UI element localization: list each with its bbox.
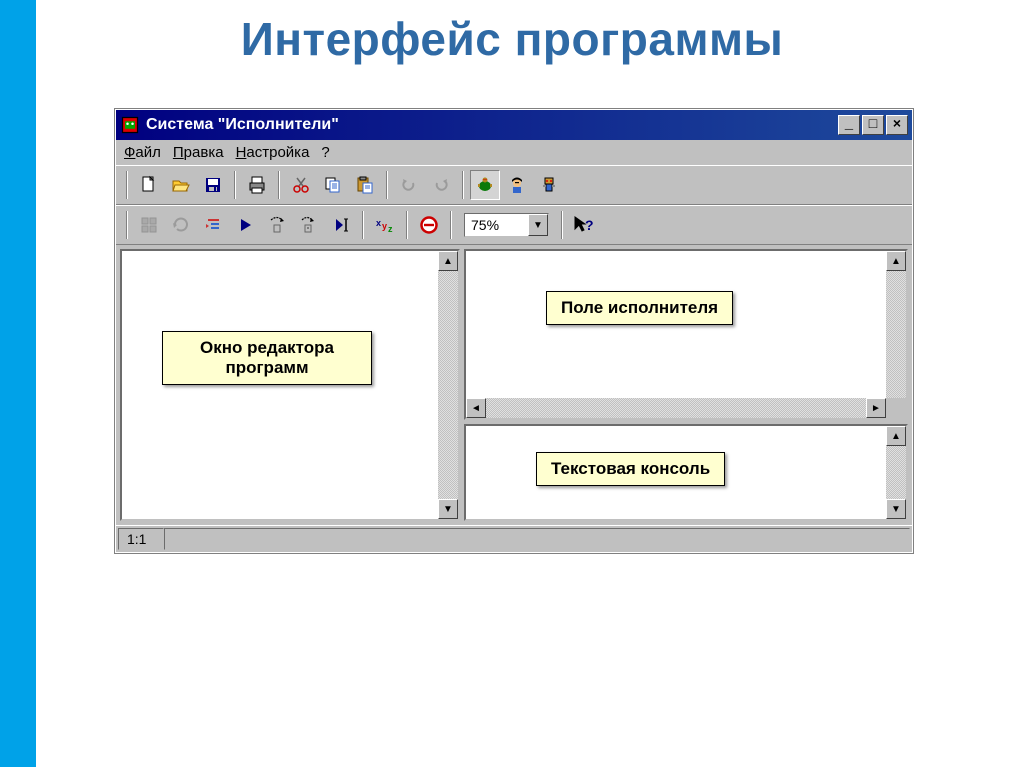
toolbar-debug: xyz 75% ▼ ? (116, 205, 912, 245)
whatsthis-icon[interactable]: ? (569, 210, 599, 240)
separator (234, 171, 236, 199)
scroll-track[interactable] (486, 398, 866, 418)
svg-text:y: y (382, 221, 387, 231)
format-icon[interactable] (198, 210, 228, 240)
menu-help[interactable]: ? (321, 144, 329, 161)
scroll-down-icon[interactable]: ▼ (886, 499, 906, 519)
scrollbar-horizontal[interactable]: ◄ ► (466, 398, 886, 418)
open-icon[interactable] (166, 170, 196, 200)
scroll-right-icon[interactable]: ► (866, 398, 886, 418)
side-stripe (0, 0, 36, 767)
paste-icon[interactable] (350, 170, 380, 200)
status-empty (164, 528, 910, 550)
separator (126, 171, 128, 199)
callout-console: Текстовая консоль (536, 452, 725, 486)
save-icon[interactable] (198, 170, 228, 200)
scrollbar-vertical[interactable]: ▲ ▼ (438, 251, 458, 519)
run-icon[interactable] (230, 210, 260, 240)
scroll-track[interactable] (886, 446, 906, 499)
stepover-icon[interactable] (294, 210, 324, 240)
scroll-up-icon[interactable]: ▲ (438, 251, 458, 271)
scroll-track[interactable] (438, 271, 458, 499)
svg-text:?: ? (585, 217, 594, 233)
copy-icon[interactable] (318, 170, 348, 200)
menu-edit[interactable]: Правка (173, 144, 224, 161)
scrollbar-vertical[interactable]: ▲ ▼ (886, 426, 906, 519)
svg-text:x: x (376, 218, 381, 228)
zoom-value: 75% (465, 217, 528, 233)
page-title: Интерфейс программы (0, 0, 1024, 66)
scroll-down-icon[interactable]: ▼ (438, 499, 458, 519)
zoom-select[interactable]: 75% ▼ (464, 213, 549, 237)
scroll-up-icon[interactable]: ▲ (886, 426, 906, 446)
separator (278, 171, 280, 199)
print-icon[interactable] (242, 170, 272, 200)
scroll-corner (886, 398, 906, 418)
turtle-icon[interactable] (470, 170, 500, 200)
redo-icon[interactable] (426, 170, 456, 200)
menubar: Файл Правка Настройка ? (116, 140, 912, 165)
undo-icon[interactable] (394, 170, 424, 200)
vars-icon[interactable]: xyz (370, 210, 400, 240)
app-window: Система "Исполнители" _ □ × Файл Правка … (114, 108, 914, 554)
tile-icon[interactable] (134, 210, 164, 240)
callout-field: Поле исполнителя (546, 291, 733, 325)
titlebar: Система "Исполнители" _ □ × (116, 110, 912, 140)
window-title: Система "Исполнители" (146, 116, 836, 134)
scroll-track[interactable] (886, 271, 906, 398)
step-icon[interactable] (262, 210, 292, 240)
new-icon[interactable] (134, 170, 164, 200)
scrollbar-vertical[interactable]: ▲ ▼ (886, 251, 906, 418)
svg-text:z: z (388, 224, 393, 234)
field-panel[interactable]: ▲ ▼ ◄ ► Поле исполнителя (464, 249, 908, 420)
maximize-button[interactable]: □ (862, 115, 884, 135)
menu-file[interactable]: Файл (124, 144, 161, 161)
robot-icon[interactable] (534, 170, 564, 200)
scroll-left-icon[interactable]: ◄ (466, 398, 486, 418)
scroll-up-icon[interactable]: ▲ (886, 251, 906, 271)
status-position: 1:1 (118, 528, 164, 550)
close-button[interactable]: × (886, 115, 908, 135)
tocursor-icon[interactable] (326, 210, 356, 240)
menu-settings[interactable]: Настройка (236, 144, 310, 161)
toolbar-main (116, 165, 912, 205)
cut-icon[interactable] (286, 170, 316, 200)
separator (386, 171, 388, 199)
separator (406, 211, 408, 239)
statusbar: 1:1 (116, 525, 912, 552)
separator (450, 211, 452, 239)
dropdown-arrow-icon[interactable]: ▼ (528, 214, 548, 236)
pirate-icon[interactable] (502, 170, 532, 200)
refresh-icon[interactable] (166, 210, 196, 240)
stop-icon[interactable] (414, 210, 444, 240)
app-icon (120, 115, 140, 135)
minimize-button[interactable]: _ (838, 115, 860, 135)
workarea: ▲ ▼ Окно редактора программ ▲ ▼ ◄ ► По (116, 245, 912, 525)
editor-panel[interactable]: ▲ ▼ Окно редактора программ (120, 249, 460, 521)
callout-editor: Окно редактора программ (162, 331, 372, 385)
separator (362, 211, 364, 239)
separator (561, 211, 563, 239)
console-panel[interactable]: ▲ ▼ Текстовая консоль (464, 424, 908, 521)
separator (126, 211, 128, 239)
separator (462, 171, 464, 199)
